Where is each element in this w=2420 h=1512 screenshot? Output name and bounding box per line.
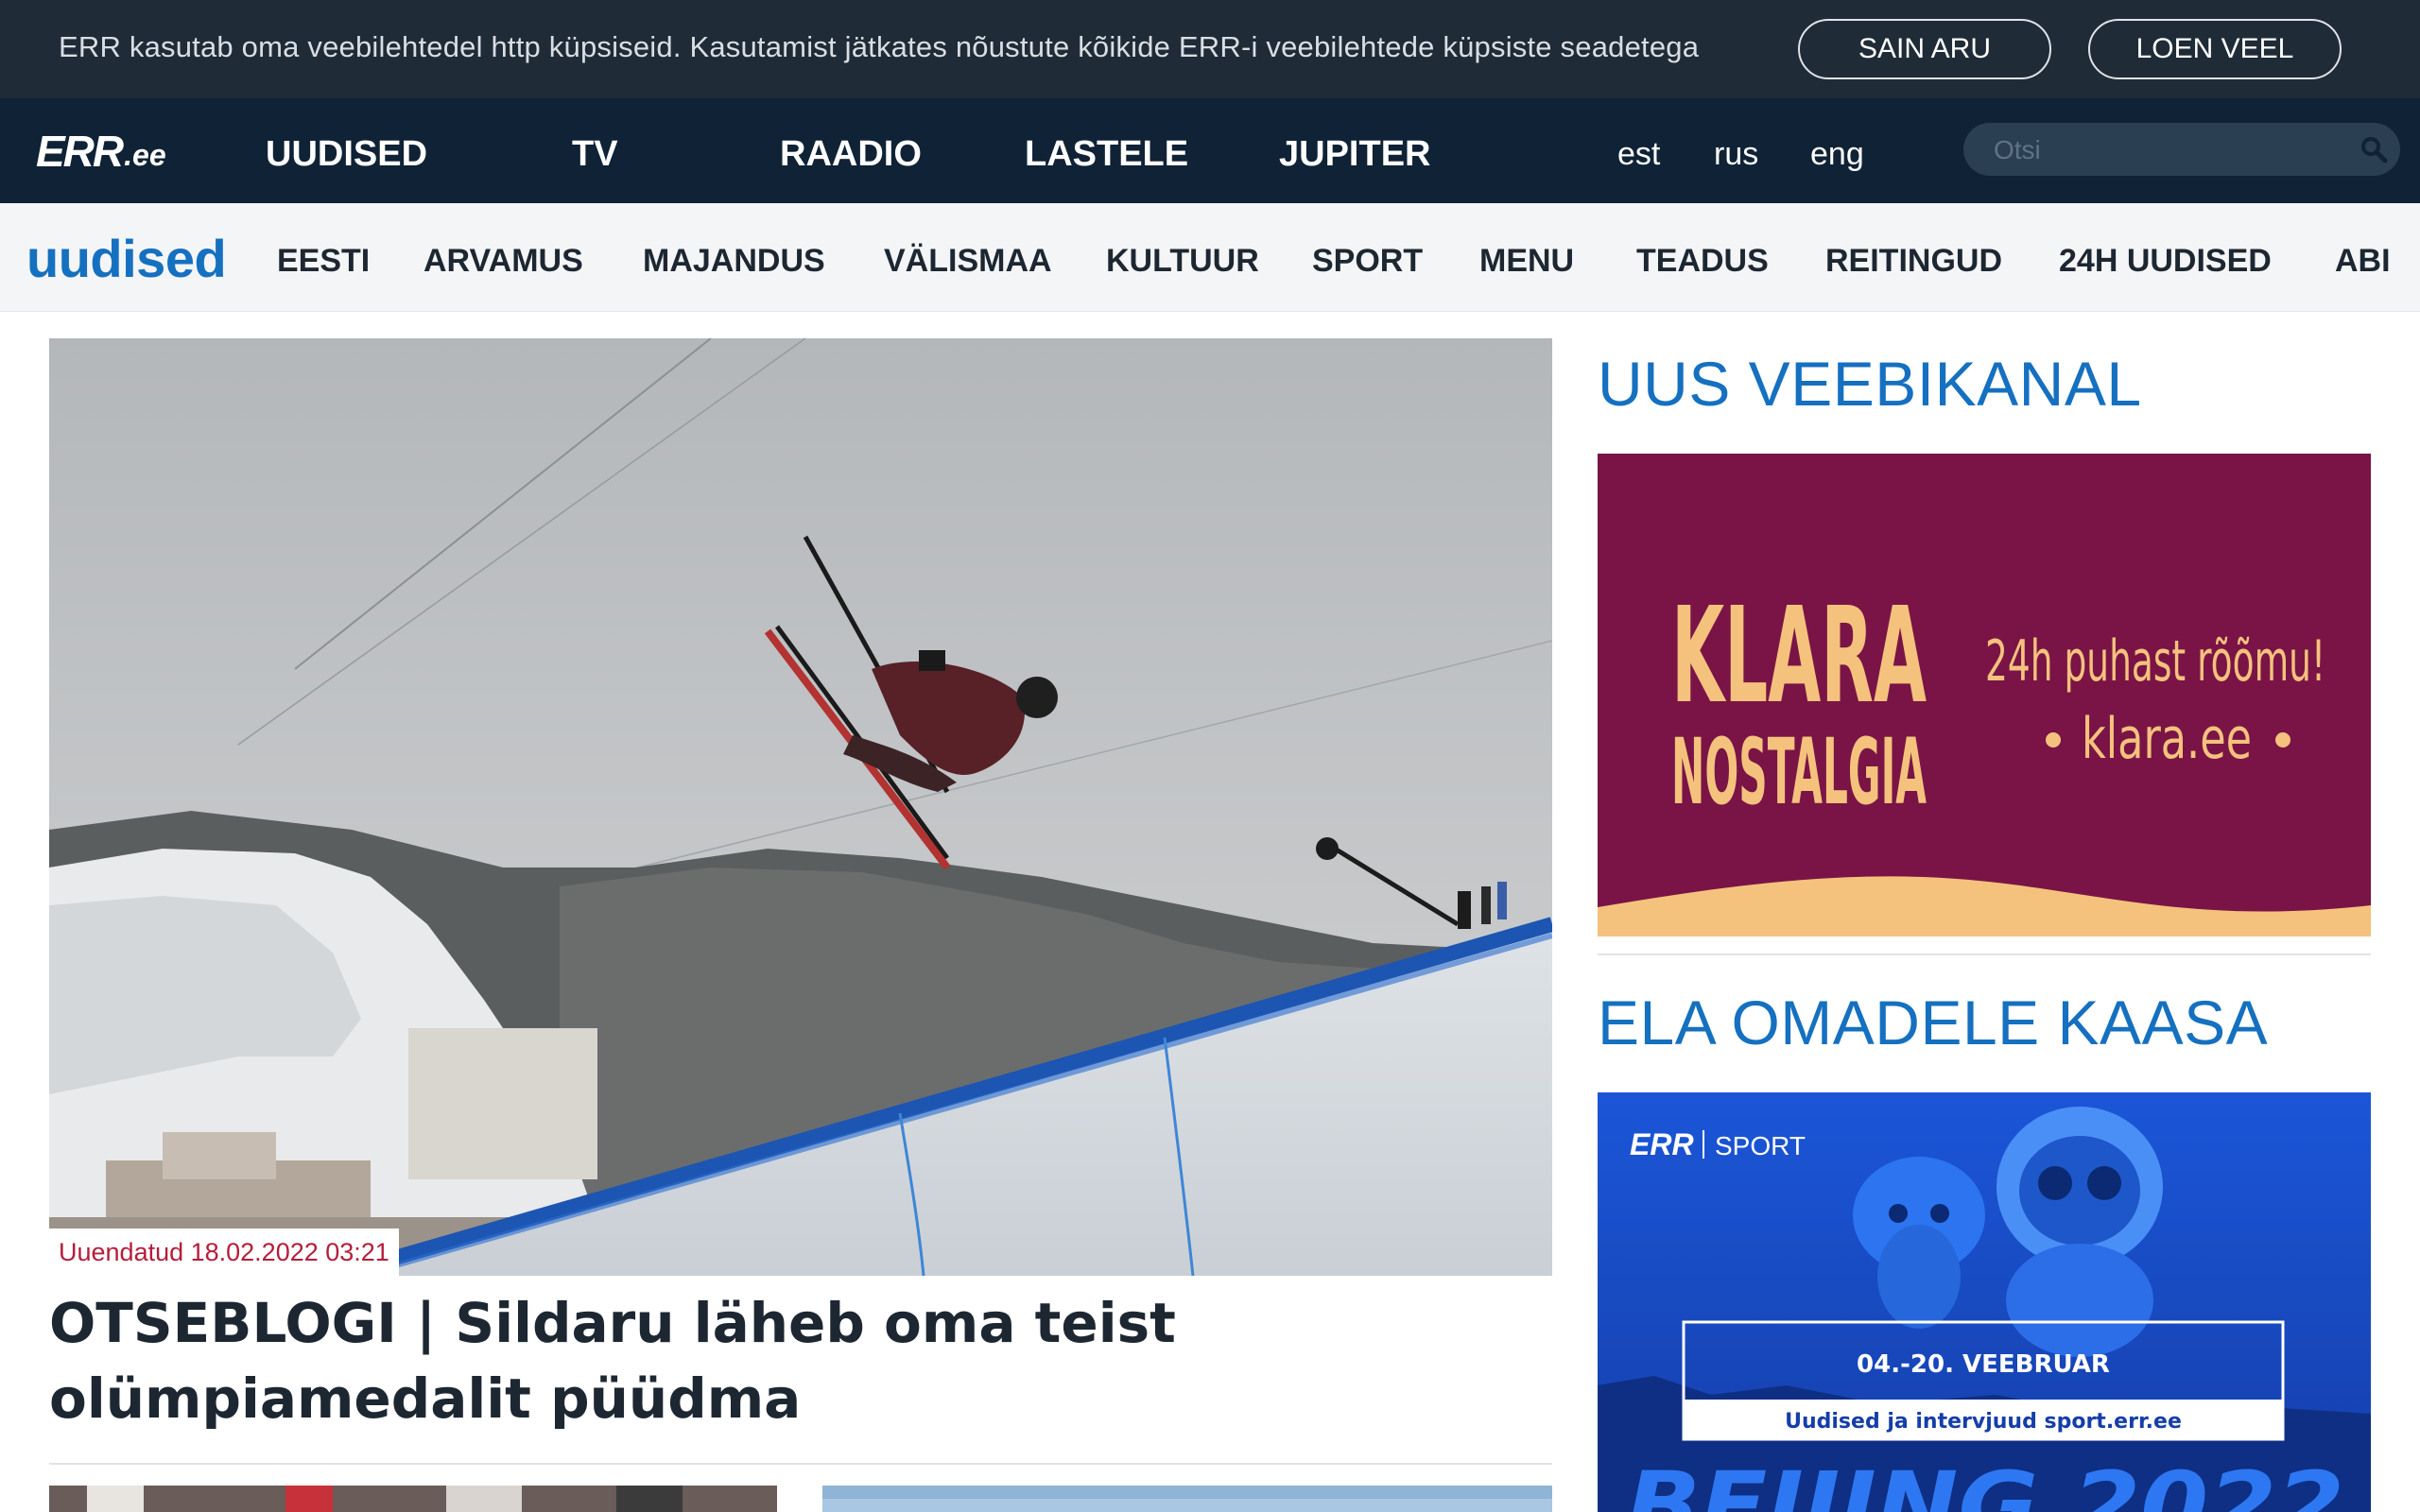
logo-mark: ERR bbox=[36, 127, 124, 176]
sidebar-title-ela-omadele-kaasa: ELA OMADELE KAASA bbox=[1598, 988, 2269, 1057]
sport-dates: 04.-20. VEEBRUAR bbox=[1857, 1350, 2110, 1379]
klara-nostalgia-banner[interactable]: KLARA NOSTALGIA 24h puhast rõõmu! klara.… bbox=[1598, 454, 2371, 936]
klara-title: KLARA bbox=[1671, 579, 1927, 733]
klara-tagline: 24h puhast rõõmu! bbox=[1985, 628, 2325, 695]
cookie-bar: ERR kasutab oma veebilehtedel http küpsi… bbox=[0, 0, 2420, 98]
topnav-item-raadio[interactable]: RAADIO bbox=[780, 134, 922, 175]
search-box bbox=[1963, 123, 2400, 176]
article-thumbnail[interactable] bbox=[49, 1486, 777, 1512]
topnav-item-lastele[interactable]: LASTELE bbox=[1025, 134, 1188, 175]
sidebar-title-veebikanal: UUS VEEBIKANAL bbox=[1598, 349, 2142, 419]
subnav-item-teadus[interactable]: TEADUS bbox=[1636, 243, 1769, 280]
sport-event-title: BEIJING 2022 bbox=[1626, 1452, 2344, 1512]
hero-headline[interactable]: OTSEBLOGI | Sildaru läheb oma teist olüm… bbox=[49, 1285, 1552, 1436]
subnav-item-eesti[interactable]: EESTI bbox=[277, 243, 370, 280]
top-navigation: ERR .ee UUDISED TV RAADIO LASTELE JUPITE… bbox=[0, 98, 2420, 203]
subnav-item-abi[interactable]: ABI bbox=[2335, 243, 2391, 280]
subnav-item-arvamus[interactable]: ARVAMUS bbox=[424, 243, 583, 280]
section-logo-uudised[interactable]: uudised bbox=[26, 228, 227, 289]
logo-tld: .ee bbox=[124, 138, 166, 172]
cookie-read-more-button[interactable]: LOEN VEEL bbox=[2088, 19, 2342, 79]
klara-url: klara.ee bbox=[2082, 706, 2252, 772]
err-sport-beijing-banner[interactable]: ERR SPORT 04.-20. VEEBRUAR Uudised ja in… bbox=[1598, 1092, 2371, 1512]
subnav-item-menu[interactable]: MENU bbox=[1479, 243, 1574, 280]
sport-section: SPORT bbox=[1715, 1131, 1806, 1160]
section-navigation: uudised EESTI ARVAMUS MAJANDUS VÄLISMAA … bbox=[0, 203, 2420, 312]
subnav-item-sport[interactable]: SPORT bbox=[1312, 243, 1423, 280]
subnav-item-majandus[interactable]: MAJANDUS bbox=[643, 243, 825, 280]
topnav-item-tv[interactable]: TV bbox=[572, 134, 618, 175]
lang-est[interactable]: est bbox=[1617, 136, 1660, 173]
topnav-item-uudised[interactable]: UUDISED bbox=[266, 134, 427, 175]
subnav-item-kultuur[interactable]: KULTUUR bbox=[1106, 243, 1259, 280]
content-divider bbox=[49, 1463, 1552, 1465]
lang-rus[interactable]: rus bbox=[1714, 136, 1758, 173]
sport-brand: ERR bbox=[1630, 1127, 1694, 1161]
mascot-bing-dwen-dwen bbox=[1996, 1107, 2163, 1357]
hero-image[interactable] bbox=[49, 338, 1552, 1276]
topnav-item-jupiter[interactable]: JUPITER bbox=[1279, 134, 1430, 175]
sidebar-divider bbox=[1598, 954, 2371, 955]
subnav-item-valismaa[interactable]: VÄLISMAA bbox=[884, 243, 1052, 280]
subnav-item-24h-uudised[interactable]: 24H UUDISED bbox=[2059, 243, 2272, 280]
subnav-item-reitingud[interactable]: REITINGUD bbox=[1825, 243, 2002, 280]
sport-subtitle: Uudised ja intervjuud sport.err.ee bbox=[1785, 1410, 2182, 1434]
lang-eng[interactable]: eng bbox=[1810, 136, 1864, 173]
klara-subtitle: NOSTALGIA bbox=[1671, 719, 1927, 825]
search-icon[interactable] bbox=[2359, 134, 2389, 164]
cookie-text: ERR kasutab oma veebilehtedel http küpsi… bbox=[59, 30, 1700, 63]
search-input[interactable] bbox=[1992, 129, 2345, 172]
article-thumbnail[interactable] bbox=[822, 1486, 1552, 1512]
err-logo[interactable]: ERR .ee bbox=[36, 127, 166, 176]
cookie-accept-button[interactable]: SAIN ARU bbox=[1798, 19, 2051, 79]
updated-badge: Uuendatud 18.02.2022 03:21 bbox=[49, 1228, 399, 1276]
